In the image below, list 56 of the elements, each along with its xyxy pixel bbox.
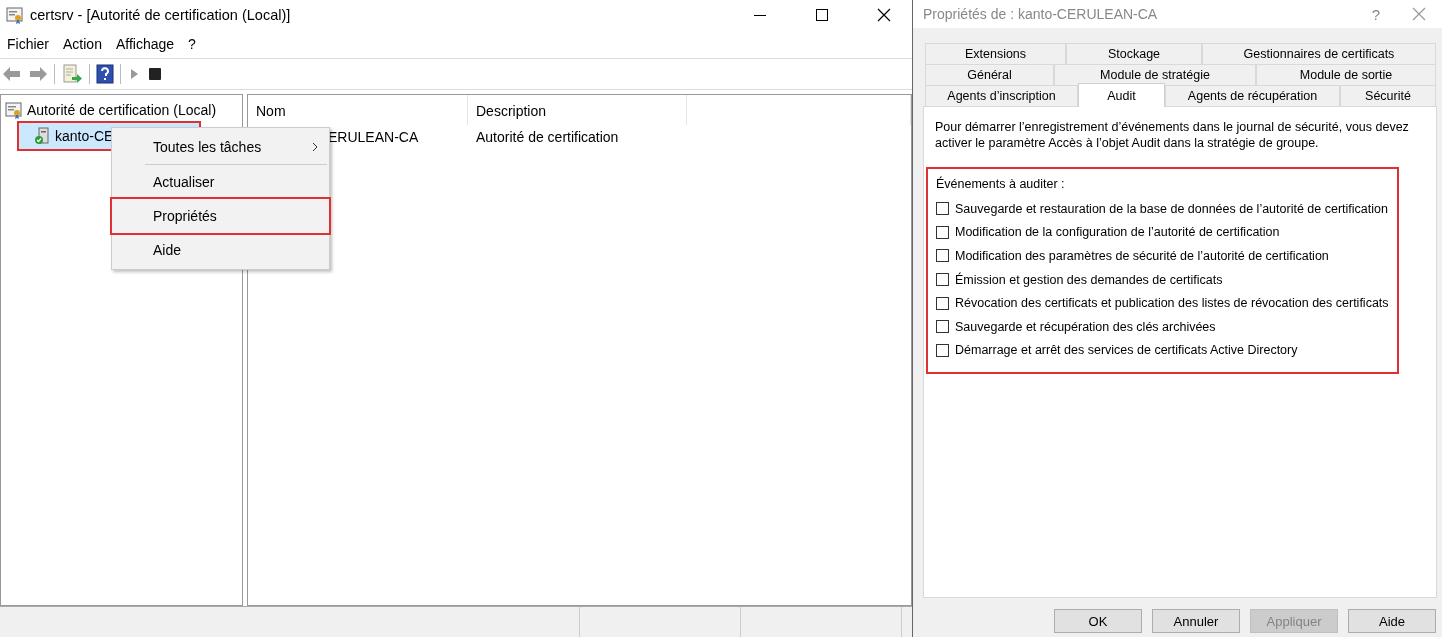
description-text: Pour démarrer l’enregistrement d’événements dans le journal de sécurité, vous devez activer le paramètre Accès à l’objet Audit dans la stratégie de groupe. xyxy=(935,119,1410,151)
help-icon[interactable] xyxy=(96,64,114,84)
menu-item[interactable]: Actualiser xyxy=(112,165,329,199)
dialog-button[interactable]: Annuler xyxy=(1152,609,1240,633)
help-button[interactable]: ? xyxy=(1356,5,1396,23)
forward-arrow-icon[interactable] xyxy=(28,65,48,83)
checkbox-label[interactable]: Émission et gestion des demandes de certificats xyxy=(955,272,1223,287)
maximize-icon xyxy=(816,9,828,21)
menu-item[interactable]: ? xyxy=(181,36,203,52)
checkbox[interactable] xyxy=(936,273,949,287)
column-header[interactable]: Description xyxy=(468,95,687,125)
window-title: certsrv - [Autorité de certification (Local)] xyxy=(30,7,292,23)
menu-item[interactable]: Fichier xyxy=(0,36,56,52)
tab[interactable]: Agents d’inscription xyxy=(925,85,1078,106)
checkbox-label[interactable]: Sauvegarde et récupération des clés archivées xyxy=(955,319,1216,334)
dialog-title: Propriétés de : kanto-CERULEAN-CA xyxy=(923,6,1159,22)
chevron-right-icon xyxy=(311,142,319,152)
table-cell-text: ERULEAN-CA xyxy=(327,129,420,145)
tab[interactable]: Module de sortie xyxy=(1256,64,1436,85)
tab[interactable]: Gestionnaires de certificats xyxy=(1202,43,1436,64)
checkbox[interactable] xyxy=(936,225,949,239)
certificate-icon xyxy=(5,101,23,119)
stop-icon[interactable] xyxy=(147,66,163,82)
checkbox[interactable] xyxy=(936,320,949,334)
tab[interactable]: Module de stratégie xyxy=(1054,64,1256,85)
tab[interactable]: Audit xyxy=(1078,83,1165,107)
tree-item[interactable]: Autorité de certification (Local) xyxy=(1,99,217,121)
menu-item[interactable]: Aide xyxy=(112,233,329,267)
checkbox[interactable] xyxy=(936,296,949,310)
tab[interactable]: Général xyxy=(925,64,1054,85)
menu-item[interactable]: Propriétés xyxy=(112,199,329,233)
tab[interactable]: Agents de récupération xyxy=(1165,85,1340,106)
checkbox-label[interactable]: Démarrage et arrêt des services de certificats Active Directory xyxy=(955,343,1298,358)
checkbox-label[interactable]: Modification des paramètres de sécurité de l’autorité de certification xyxy=(955,249,1329,263)
dialog-button[interactable]: Aide xyxy=(1348,609,1436,633)
group-label: Événements à auditer : xyxy=(936,177,1066,191)
server-icon xyxy=(33,127,51,145)
close-icon xyxy=(877,8,891,22)
menu-item[interactable]: Action xyxy=(56,36,109,52)
app-icon xyxy=(6,6,24,24)
back-arrow-icon[interactable] xyxy=(2,65,22,83)
checkbox[interactable] xyxy=(936,343,949,357)
menu-item[interactable]: Affichage xyxy=(108,36,182,52)
tab[interactable]: Sécurité xyxy=(1340,85,1436,106)
checkbox-label[interactable]: Sauvegarde et restauration de la base de données de l’autorité de certification xyxy=(955,201,1388,216)
close-icon xyxy=(1412,7,1426,21)
checkbox[interactable] xyxy=(936,249,949,263)
export-list-icon[interactable] xyxy=(61,64,83,84)
checkbox[interactable] xyxy=(936,202,949,216)
dialog-button[interactable]: OK xyxy=(1054,609,1142,633)
checkbox-label[interactable]: Modification de la configuration de l’autorité de certification xyxy=(955,225,1280,240)
table-cell-text: Autorité de certification xyxy=(475,129,620,145)
checkbox-label[interactable]: Révocation des certificats et publication des listes de révocation des certificats xyxy=(955,296,1389,311)
column-header[interactable]: Nom xyxy=(248,95,468,125)
tab[interactable]: Stockage xyxy=(1066,43,1202,64)
tab[interactable]: Extensions xyxy=(925,43,1066,64)
